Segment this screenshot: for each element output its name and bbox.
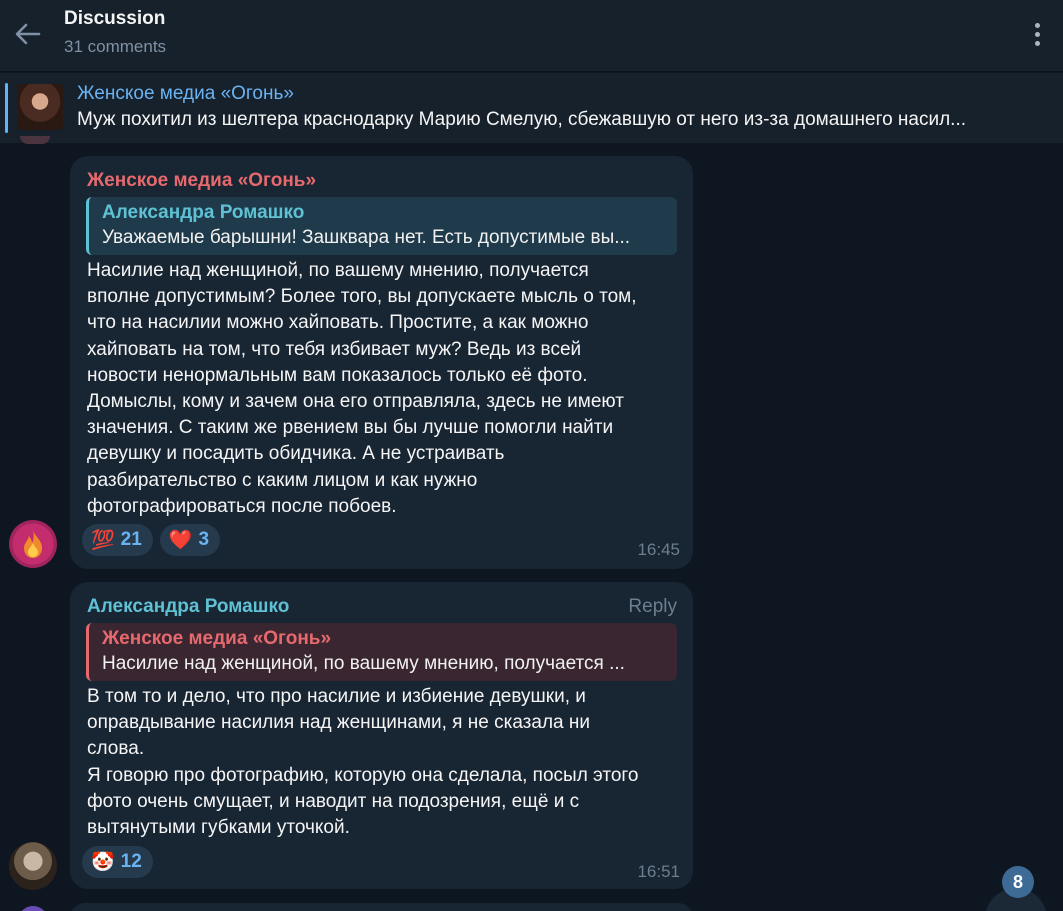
reaction-count: 12 — [120, 851, 142, 872]
reply-quote[interactable]: Женское медиа «Огонь» Насилие над женщин… — [86, 623, 677, 681]
next-message-peek — [70, 903, 693, 911]
avatar[interactable] — [9, 520, 57, 568]
original-post-preview[interactable]: Женское медиа «Огонь» Муж похитил из шел… — [0, 73, 1063, 143]
hundred-points-icon: 💯 — [91, 529, 115, 551]
reaction-count: 3 — [198, 529, 210, 550]
message-time: 16:45 — [637, 540, 680, 559]
reply-quote[interactable]: Александра Ромашко Уважаемые барышни! За… — [86, 197, 677, 255]
avatar[interactable] — [9, 842, 57, 890]
reaction-hundred[interactable]: 💯 21 — [82, 524, 153, 556]
more-vertical-icon — [1034, 22, 1040, 28]
more-dot — [1034, 31, 1040, 37]
more-dot — [1034, 40, 1040, 46]
unread-badge[interactable]: 8 — [1002, 866, 1034, 898]
post-thumbnail — [17, 84, 63, 130]
reaction-count: 21 — [120, 529, 142, 550]
next-avatar-peek — [18, 906, 48, 911]
back-button[interactable] — [10, 16, 46, 52]
message-text: В том то и дело, что про насилие и избие… — [87, 686, 639, 839]
reply-button[interactable]: Reply — [628, 596, 677, 618]
chat-header: Discussion 31 comments — [0, 0, 1063, 72]
post-text-preview: Муж похитил из шелтера краснодарку Марию… — [77, 109, 967, 130]
reactions: 💯 21 ❤️ 3 — [82, 524, 221, 556]
page-title: Discussion — [64, 8, 166, 29]
quote-author: Женское медиа «Огонь» — [102, 628, 332, 649]
heart-icon: ❤️ — [168, 529, 193, 551]
reaction-heart[interactable]: ❤️ 3 — [159, 524, 221, 556]
message-bubble[interactable]: Женское медиа «Огонь» Александра Ромашко… — [70, 156, 693, 569]
post-channel-name: Женское медиа «Огонь» — [77, 83, 294, 104]
more-menu-button[interactable] — [1023, 18, 1051, 50]
message-author[interactable]: Александра Ромашко — [87, 596, 289, 618]
quote-author: Александра Ромашко — [102, 202, 305, 223]
message-bubble[interactable]: Александра Ромашко Reply Женское медиа «… — [70, 582, 693, 889]
clown-face-icon: 🤡 — [91, 851, 115, 873]
quote-text: Уважаемые барышни! Зашквара нет. Есть до… — [102, 227, 631, 248]
message-time: 16:51 — [637, 862, 680, 881]
reaction-clown[interactable]: 🤡 12 — [82, 846, 153, 878]
fire-icon — [24, 530, 42, 558]
message-text: Насилие над женщиной, по вашему мнению, … — [87, 260, 637, 517]
accent-bar — [5, 83, 8, 133]
reactions: 🤡 12 — [82, 846, 153, 878]
quote-text: Насилие над женщиной, по вашему мнению, … — [102, 653, 625, 674]
message-author[interactable]: Женское медиа «Огонь» — [87, 170, 316, 192]
comments-count: 31 comments — [64, 37, 167, 56]
arrow-left-icon — [15, 23, 41, 45]
previous-avatar-peek — [20, 136, 50, 144]
